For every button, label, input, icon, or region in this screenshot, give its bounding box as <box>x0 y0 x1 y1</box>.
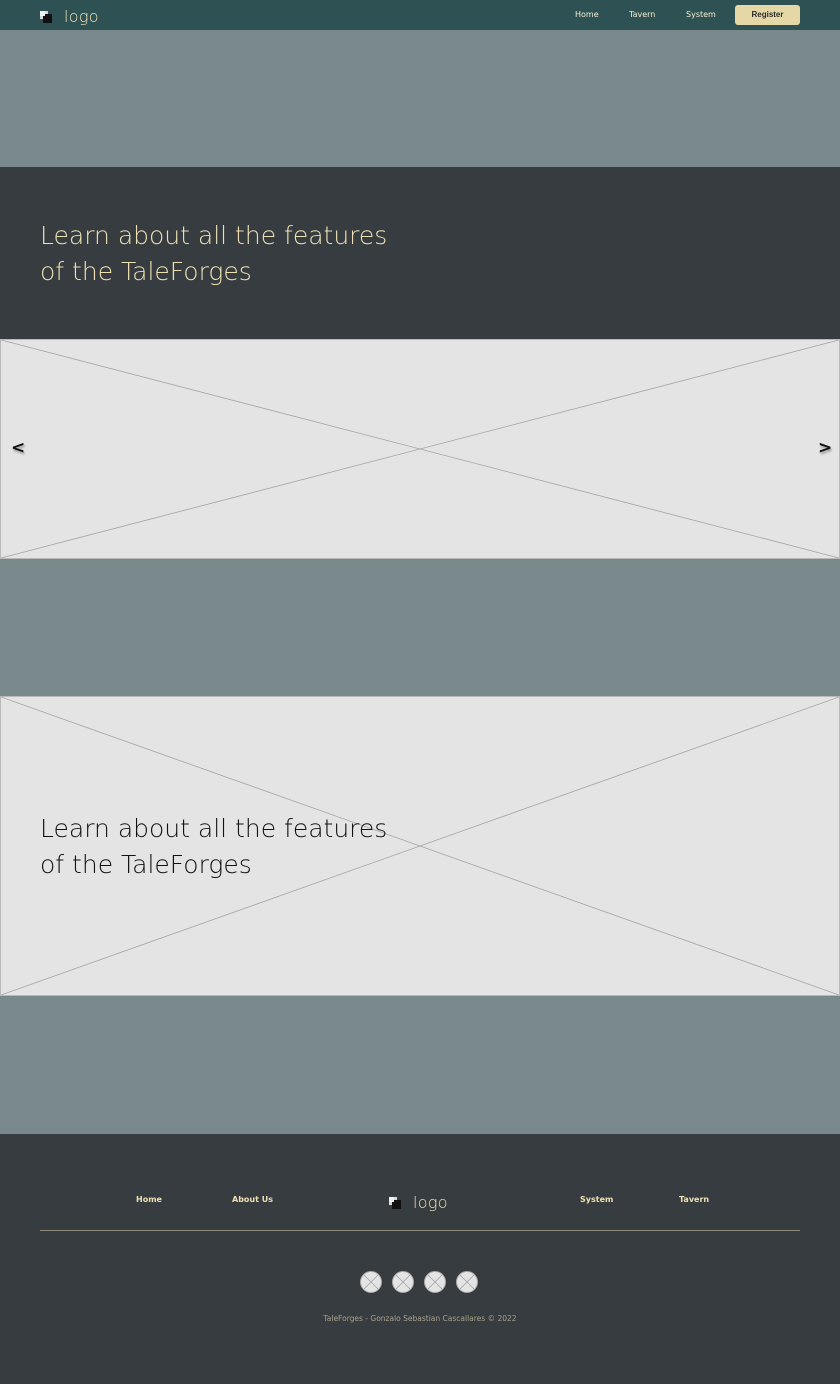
logo-text: logo <box>64 7 99 26</box>
footer: Home About Us logo System Tavern TaleFor… <box>0 1134 840 1384</box>
footer-link-system[interactable]: System <box>580 1195 613 1204</box>
banner-section-1 <box>0 30 840 167</box>
social-icon-3[interactable] <box>424 1271 446 1293</box>
footer-link-tavern[interactable]: Tavern <box>679 1195 709 1204</box>
register-button[interactable]: Register <box>735 5 800 25</box>
carousel-image-placeholder <box>0 339 840 559</box>
logo-text: logo <box>413 1193 448 1212</box>
nav-link-tavern[interactable]: Tavern <box>629 10 655 19</box>
hero-title-line-1: Learn about all the features <box>40 221 388 250</box>
carousel-next-button[interactable]: > <box>818 438 832 458</box>
social-icon-4[interactable] <box>456 1271 478 1293</box>
social-icon-2[interactable] <box>392 1271 414 1293</box>
feature-title-line-1: Learn about all the features <box>40 814 388 843</box>
carousel-prev-button[interactable]: < <box>11 438 25 458</box>
banner-section-2 <box>0 559 840 696</box>
feature-title: Learn about all the features of the Tale… <box>40 811 400 883</box>
copyright-text: TaleForges - Gonzalo Sebastian Cascallar… <box>323 1314 517 1323</box>
nav-logo[interactable]: logo <box>40 7 99 26</box>
footer-link-about-us[interactable]: About Us <box>232 1195 273 1204</box>
banner-section-3 <box>0 996 840 1134</box>
hero-title: Learn about all the features of the Tale… <box>40 218 400 290</box>
nav-link-system[interactable]: System <box>686 10 716 19</box>
footer-logo[interactable]: logo <box>389 1193 448 1212</box>
feature-title-line-2: of the TaleForges <box>40 850 252 879</box>
logo-icon <box>40 10 52 23</box>
top-nav: logo Home Tavern System Register <box>0 0 840 30</box>
social-icon-1[interactable] <box>360 1271 382 1293</box>
hero-title-line-2: of the TaleForges <box>40 257 252 286</box>
footer-divider <box>40 1230 800 1231</box>
footer-link-home[interactable]: Home <box>136 1195 162 1204</box>
nav-link-home[interactable]: Home <box>575 10 599 19</box>
image-placeholder-icon <box>1 340 839 558</box>
logo-icon <box>389 1196 401 1209</box>
